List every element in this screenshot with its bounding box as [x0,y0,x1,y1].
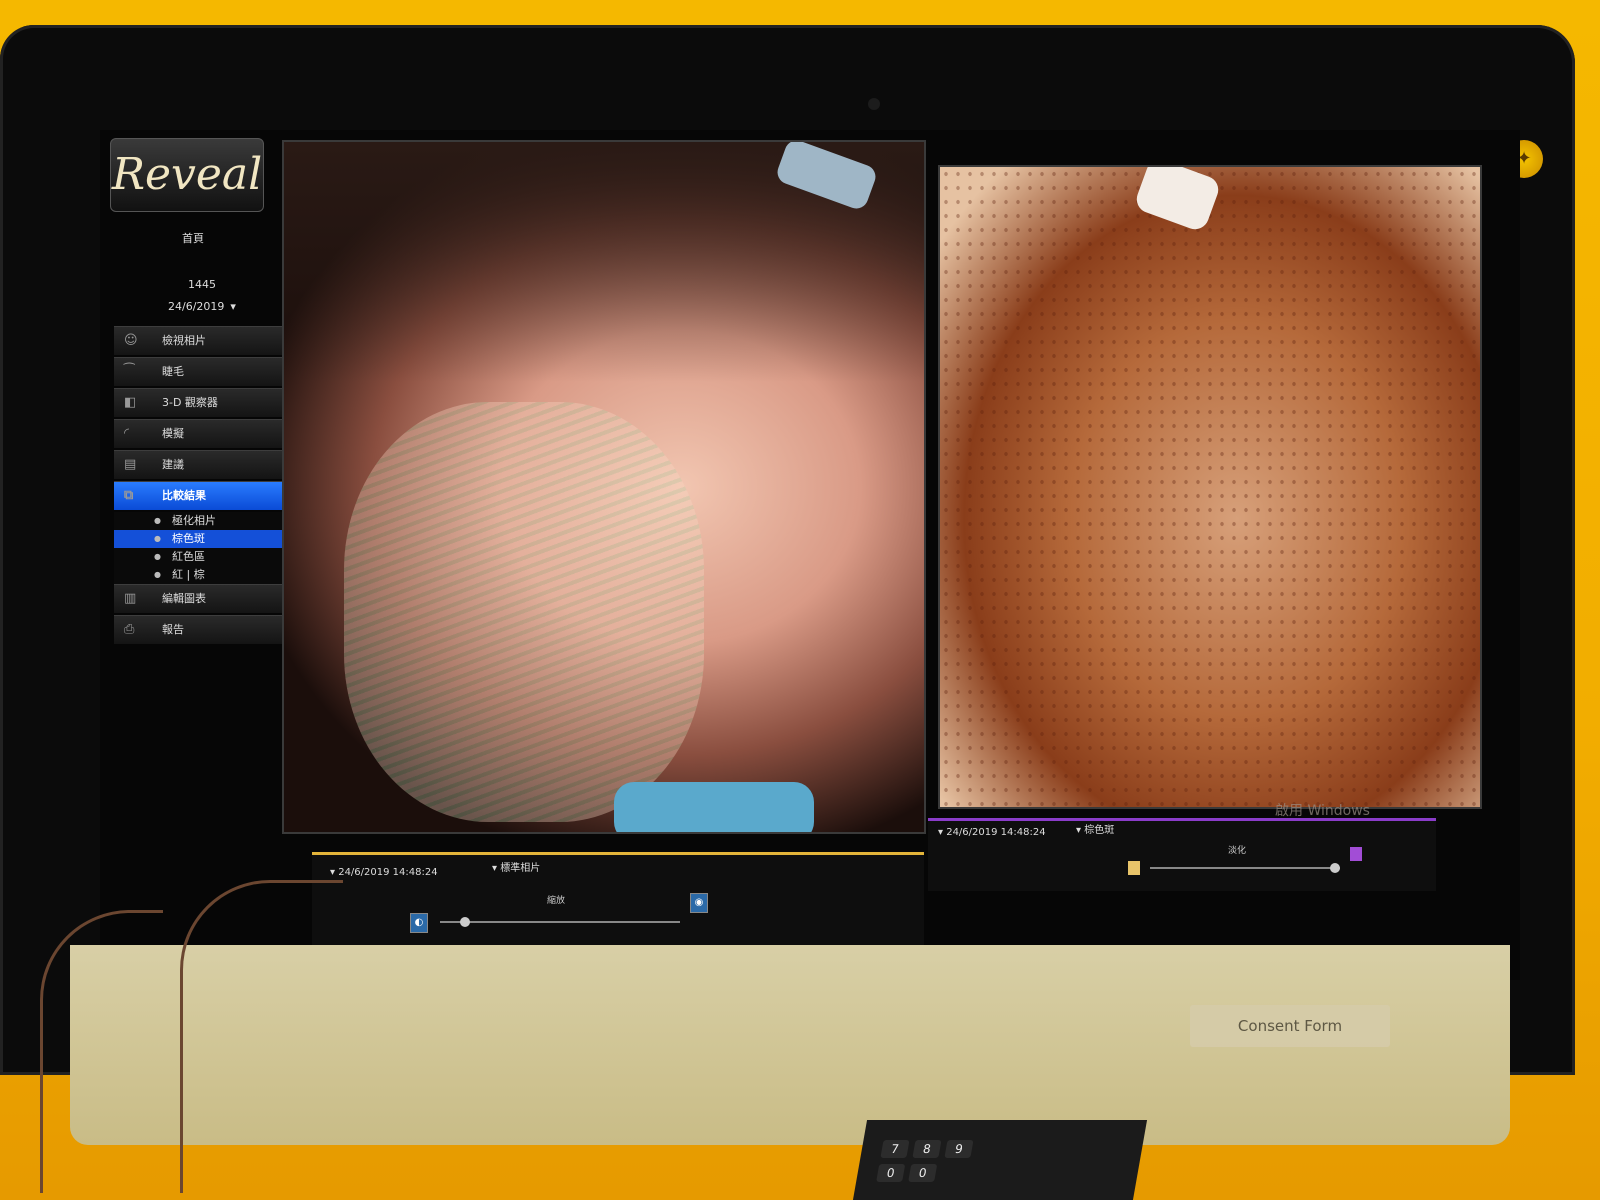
sidebar-item-3d-viewer[interactable]: ◧ 3-D 觀察器 [114,388,294,417]
sidebar-item-edit-chart[interactable]: ▥ 編輯圖表 [114,584,294,613]
left-timestamp-select[interactable]: ▾ 24/6/2019 14:48:24 [330,867,438,878]
bullet-icon: ● [154,516,161,525]
fade-slider-track[interactable] [1150,867,1340,869]
sub-item-red-areas[interactable]: ● 紅色區 [114,548,294,566]
reveal-logo: Reveal [110,138,264,212]
calculator-key: 7 [880,1140,910,1158]
brown-spots-photo-panel[interactable] [938,165,1482,809]
home-link[interactable]: 首頁 [182,230,204,246]
apple-logo-icon [833,1015,893,1090]
chin-rest [614,782,814,832]
eyelash-icon: ⁀ [124,364,135,379]
calculator-key: 9 [944,1140,974,1158]
face-icon: ☺ [124,333,138,348]
sidebar-item-label: 睫毛 [162,365,184,378]
print-icon: ⎙ [124,622,135,637]
chart-icon: ▥ [124,591,137,606]
nav-menu: ☺ 檢視相片 ⁀ 睫毛 ◧ 3-D 觀察器 ◜ 模擬 ▤ 建議 ⧉ 比較結果 ●… [114,326,294,646]
bullet-icon: ● [154,534,161,543]
right-timestamp: 24/6/2019 14:48:24 [946,827,1046,838]
zoom-slider-knob[interactable] [460,917,470,927]
left-view-label: 標準相片 [500,863,541,874]
fade-end-swatch [1350,847,1362,861]
sidebar-item-report[interactable]: ⎙ 報告 [114,615,294,644]
calculator: 7 8 9 0 0 [852,1120,1148,1200]
consent-form-label: Consent Form [1190,1005,1390,1047]
standard-photo-panel[interactable] [282,140,926,834]
calculator-key: 0 [908,1164,938,1182]
bullet-icon: ● [154,552,161,561]
sidebar-item-label: 檢視相片 [162,334,206,347]
projection-pattern [344,402,704,822]
sidebar-item-simulation[interactable]: ◜ 模擬 [114,419,294,448]
recommendation-icon: ▤ [124,457,137,472]
left-timestamp: 24/6/2019 14:48:24 [338,867,438,878]
sidebar-item-label: 編輯圖表 [162,592,206,605]
sub-item-label: 紅色區 [172,550,205,563]
right-view-label: 棕色斑 [1084,825,1115,836]
sidebar-item-view-photos[interactable]: ☺ 檢視相片 [114,326,294,355]
sidebar: Reveal 首頁 1445 24/6/2019 ▾ ☺ 檢視相片 ⁀ 睫毛 ◧ … [110,138,295,838]
cable [180,880,343,1193]
sub-item-polarized[interactable]: ● 極化相片 [114,512,294,530]
date-value: 24/6/2019 [168,300,225,313]
right-view-select[interactable]: ▾ 棕色斑 [1076,821,1114,836]
sidebar-item-label: 3-D 觀察器 [162,396,218,409]
calculator-key: 0 [876,1164,906,1182]
right-timestamp-select[interactable]: ▾ 24/6/2019 14:48:24 [938,827,1046,838]
sidebar-item-eyelash[interactable]: ⁀ 睫毛 [114,357,294,386]
sidebar-item-label: 模擬 [162,427,184,440]
sidebar-item-label: 報告 [162,623,184,636]
right-control-bar: ▾ 24/6/2019 14:48:24 ▾ 棕色斑 淡化 [928,818,1436,891]
sub-item-label: 極化相片 [172,514,216,527]
eye-toggle-button[interactable]: ◉ [690,893,708,913]
simulation-icon: ◜ [124,426,130,441]
zoom-slider-track[interactable] [440,921,680,923]
chevron-down-icon: ▾ [230,300,236,313]
sidebar-item-label: 建議 [162,458,184,471]
sidebar-item-label: 比較結果 [162,489,206,502]
zoom-label: 縮放 [547,896,566,906]
fade-slider-knob[interactable] [1330,863,1340,873]
webcam [868,98,880,110]
sub-item-label: 紅 | 棕 [172,568,205,581]
fade-label: 淡化 [1228,846,1247,856]
3d-viewer-icon: ◧ [124,395,137,410]
sidebar-item-recommendation[interactable]: ▤ 建議 [114,450,294,479]
patient-id: 1445 [188,278,216,291]
brown-spot-overlay [940,167,1480,807]
sub-item-red-brown[interactable]: ● 紅 | 棕 [114,566,294,584]
sub-item-label: 棕色斑 [172,532,205,545]
calculator-key: 8 [912,1140,942,1158]
date-select[interactable]: 24/6/2019 ▾ [168,300,236,313]
bullet-icon: ● [154,570,161,579]
sidebar-item-compare[interactable]: ⧉ 比較結果 [114,481,294,510]
fade-start-swatch [1128,861,1140,875]
sub-item-brown-spots[interactable]: ● 棕色斑 [114,530,294,548]
compare-icon: ⧉ [124,488,134,503]
left-view-select[interactable]: ▾ 標準相片 [492,859,540,874]
zoom-out-button[interactable]: ◐ [410,913,428,933]
cable [40,910,163,1193]
windows-activation-watermark: 啟用 Windows [1275,803,1370,819]
